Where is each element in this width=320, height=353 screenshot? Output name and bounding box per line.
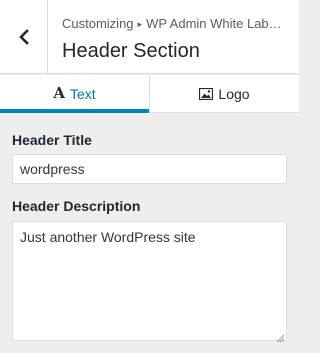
text-icon: A	[53, 84, 65, 102]
header-title-input[interactable]	[12, 154, 287, 184]
tab-logo-label: Logo	[218, 85, 250, 102]
header-description-textarea[interactable]: Just another WordPress site	[12, 221, 287, 341]
header-title-label: Header Title	[12, 132, 92, 148]
tab-text-label: Text	[69, 85, 96, 102]
image-icon	[199, 87, 214, 100]
tab-text[interactable]: A Text	[0, 75, 149, 113]
back-button[interactable]	[0, 0, 48, 73]
tab-bar: A Text Logo	[0, 75, 299, 113]
breadcrumb-root: Customizing	[62, 16, 134, 31]
breadcrumb: Customizing ▸ WP Admin White Lab…	[62, 15, 294, 34]
breadcrumb-panel: WP Admin White Lab…	[146, 16, 282, 31]
tab-logo[interactable]: Logo	[149, 75, 299, 112]
section-header: Customizing ▸ WP Admin White Lab… Header S…	[0, 0, 299, 74]
header-description-label: Header Description	[12, 198, 141, 214]
chevron-left-icon	[18, 28, 30, 45]
section-title: Header Section	[62, 40, 200, 62]
customizer-panel: Customizing ▸ WP Admin White Lab… Header S…	[0, 0, 299, 353]
resize-grip-icon[interactable]	[275, 330, 285, 343]
breadcrumb-separator-icon: ▸	[137, 19, 143, 29]
